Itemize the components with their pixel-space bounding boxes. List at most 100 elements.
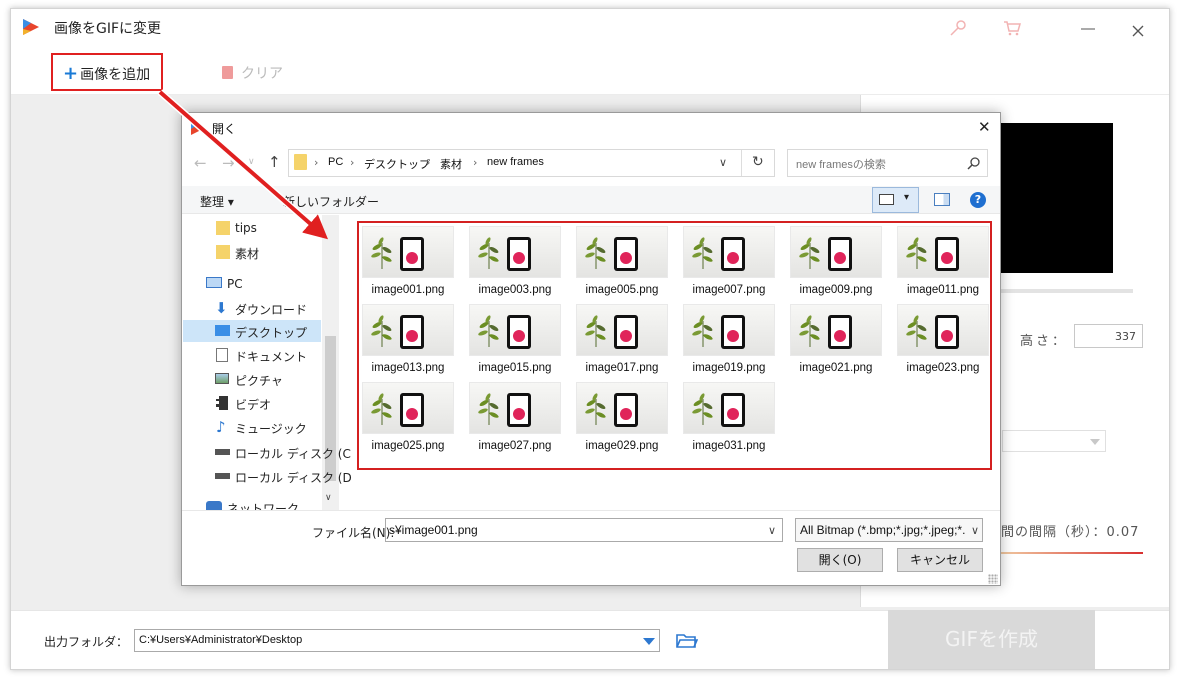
nav-item-drive-d[interactable]: ローカル ディスク (D — [235, 469, 352, 486]
file-name: image027.png — [478, 440, 552, 452]
file-item[interactable]: image001.png — [362, 226, 454, 304]
folder-open-icon[interactable] — [676, 633, 698, 649]
minimize-icon[interactable] — [1078, 18, 1098, 38]
preview-slider[interactable] — [1000, 289, 1133, 293]
plant-icon — [478, 393, 499, 425]
view-dropdown-icon[interactable]: ▾ — [904, 192, 909, 203]
up-arrow-icon[interactable]: ↑ — [268, 153, 281, 171]
red-dot — [513, 252, 525, 264]
plant-icon — [906, 237, 927, 269]
preview-pane-icon[interactable] — [934, 193, 950, 206]
music-icon: ♪ — [216, 418, 226, 436]
clear-label: クリア — [241, 66, 283, 82]
filename-input[interactable]: s¥image001.png — [385, 518, 783, 542]
nav-item-pictures[interactable]: ピクチャ — [235, 372, 283, 389]
red-dot — [406, 252, 418, 264]
clear-button[interactable]: クリア — [222, 63, 283, 83]
breadcrumb-new-frames[interactable]: new frames — [487, 156, 544, 168]
search-input[interactable]: new framesの検索 — [787, 149, 988, 177]
red-dot — [620, 408, 632, 420]
nav-item-desktop[interactable]: デスクトップ — [235, 324, 307, 341]
plant-icon — [799, 237, 820, 269]
resize-grip-icon[interactable] — [988, 574, 998, 584]
dialog-close-icon[interactable]: ✕ — [978, 118, 991, 136]
dialog-title: 開く — [212, 122, 237, 136]
filetype-select[interactable]: All Bitmap (*.bmp;*.jpg;*.jpeg;*. — [795, 518, 983, 542]
scroll-down-icon[interactable]: ∨ — [325, 493, 332, 503]
make-gif-button[interactable]: GIFを作成 — [888, 610, 1095, 669]
nav-item-music[interactable]: ミュージック — [235, 420, 307, 437]
new-folder-button[interactable]: 新しいフォルダー — [283, 193, 379, 210]
file-name: image029.png — [585, 440, 659, 452]
add-image-button[interactable]: + 画像を追加 — [51, 53, 163, 91]
file-name: image015.png — [478, 362, 552, 374]
file-item[interactable]: image023.png — [897, 304, 989, 382]
forward-arrow-icon[interactable]: → — [222, 154, 235, 172]
red-dot — [727, 408, 739, 420]
breadcrumb-desktop[interactable]: デスクトップ — [364, 156, 430, 172]
breadcrumb-sozai[interactable]: 素材 — [440, 156, 462, 172]
file-thumbnail — [897, 304, 989, 356]
plant-icon — [478, 237, 499, 269]
organize-menu[interactable]: 整理 ▾ — [200, 193, 234, 210]
breadcrumb-separator: › — [473, 156, 478, 169]
nav-item-drive-c[interactable]: ローカル ディスク (C — [235, 445, 351, 462]
file-item[interactable]: image025.png — [362, 382, 454, 460]
refresh-icon[interactable]: ↻ — [752, 154, 764, 170]
interval-slider[interactable] — [1001, 552, 1143, 554]
document-icon — [216, 348, 228, 362]
address-divider — [741, 150, 742, 176]
pictures-icon — [215, 373, 229, 384]
file-name: image025.png — [371, 440, 445, 452]
nav-item-tips[interactable]: tips — [235, 221, 257, 235]
open-button[interactable]: 開く(O) — [797, 548, 883, 572]
file-item[interactable]: image021.png — [790, 304, 882, 382]
filetype-value: All Bitmap (*.bmp;*.jpg;*.jpeg;*. — [800, 523, 966, 537]
file-item[interactable]: image007.png — [683, 226, 775, 304]
file-name: image005.png — [585, 284, 659, 296]
close-icon[interactable] — [1131, 24, 1145, 38]
file-item[interactable]: image003.png — [469, 226, 561, 304]
nav-item-pc[interactable]: PC — [227, 277, 243, 291]
nav-item-network[interactable]: ネットワーク — [227, 500, 299, 510]
add-image-label: 画像を追加 — [80, 67, 151, 83]
filename-dropdown-icon[interactable]: ∨ — [768, 524, 776, 537]
file-item[interactable]: image029.png — [576, 382, 668, 460]
search-icon[interactable] — [967, 156, 981, 170]
breadcrumb-separator: › — [350, 156, 355, 169]
setting-dropdown[interactable] — [1002, 430, 1106, 452]
file-item[interactable]: image013.png — [362, 304, 454, 382]
drive-c-icon — [215, 449, 230, 455]
dialog-footer-divider — [182, 510, 1000, 511]
file-thumbnail — [362, 382, 454, 434]
download-icon: ⬇ — [215, 299, 228, 317]
nav-item-sozai[interactable]: 素材 — [235, 245, 259, 262]
filetype-dropdown-icon[interactable]: ∨ — [969, 524, 980, 537]
recent-chevron-icon[interactable]: ∨ — [248, 157, 255, 167]
file-name: image011.png — [906, 284, 980, 296]
address-dropdown-icon[interactable]: ∨ — [719, 156, 727, 169]
file-name: image003.png — [478, 284, 552, 296]
file-item[interactable]: image011.png — [897, 226, 989, 304]
output-folder-field[interactable]: C:¥Users¥Administrator¥Desktop — [134, 629, 660, 652]
cart-icon[interactable] — [1002, 18, 1022, 38]
file-item[interactable]: image015.png — [469, 304, 561, 382]
help-icon[interactable]: ? — [970, 192, 986, 208]
chevron-down-icon[interactable] — [643, 638, 655, 645]
file-name: image031.png — [692, 440, 766, 452]
file-item[interactable]: image031.png — [683, 382, 775, 460]
key-icon[interactable] — [948, 18, 968, 38]
breadcrumb-pc[interactable]: PC — [328, 156, 343, 168]
file-item[interactable]: image027.png — [469, 382, 561, 460]
cancel-button[interactable]: キャンセル — [897, 548, 983, 572]
nav-item-downloads[interactable]: ダウンロード — [235, 301, 307, 318]
file-item[interactable]: image009.png — [790, 226, 882, 304]
nav-item-videos[interactable]: ビデオ — [235, 396, 271, 413]
nav-item-documents[interactable]: ドキュメント — [235, 348, 307, 365]
file-item[interactable]: image017.png — [576, 304, 668, 382]
back-arrow-icon[interactable]: ← — [194, 154, 207, 172]
file-item[interactable]: image019.png — [683, 304, 775, 382]
file-item[interactable]: image005.png — [576, 226, 668, 304]
height-input[interactable]: 337 — [1074, 324, 1143, 348]
dialog-app-icon — [191, 121, 205, 135]
